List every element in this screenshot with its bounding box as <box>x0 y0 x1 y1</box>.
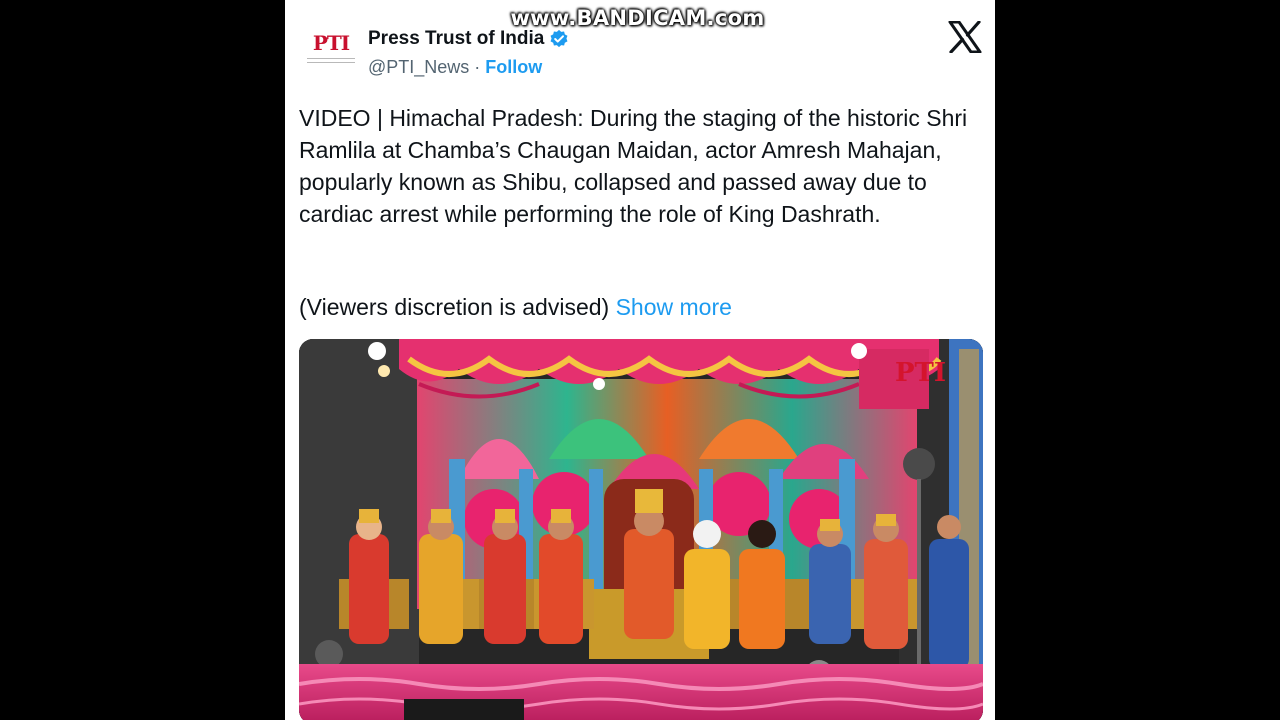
viewer-advisory: (Viewers discretion is advised) <box>299 294 610 320</box>
pti-logo-text: PTI <box>312 31 350 55</box>
author-handle-row: @PTI_News · Follow <box>368 55 542 79</box>
separator-dot: · <box>474 56 481 77</box>
show-more-link[interactable]: Show more <box>616 294 732 320</box>
x-logo-icon[interactable] <box>948 21 982 53</box>
tweet-card: PTI Press Trust of India @PTI_News · Fol… <box>285 0 995 720</box>
logo-rule <box>307 58 355 63</box>
author-avatar[interactable]: PTI <box>307 30 355 76</box>
author-handle[interactable]: @PTI_News <box>368 57 469 78</box>
follow-button[interactable]: Follow <box>485 57 542 78</box>
tweet-body: VIDEO | Himachal Pradesh: During the sta… <box>299 102 989 230</box>
tweet-advisory-line: (Viewers discretion is advised) Show mor… <box>299 291 989 323</box>
verified-badge-icon <box>550 29 568 48</box>
author-name-row: Press Trust of India <box>368 26 569 52</box>
video-frame-stage-scene: PTI <box>299 339 983 720</box>
tweet-text: VIDEO | Himachal Pradesh: During the sta… <box>299 105 968 227</box>
author-display-name[interactable]: Press Trust of India <box>368 28 544 50</box>
tweet-video[interactable]: PTI <box>299 339 983 720</box>
media-watermark: PTI <box>895 358 946 388</box>
